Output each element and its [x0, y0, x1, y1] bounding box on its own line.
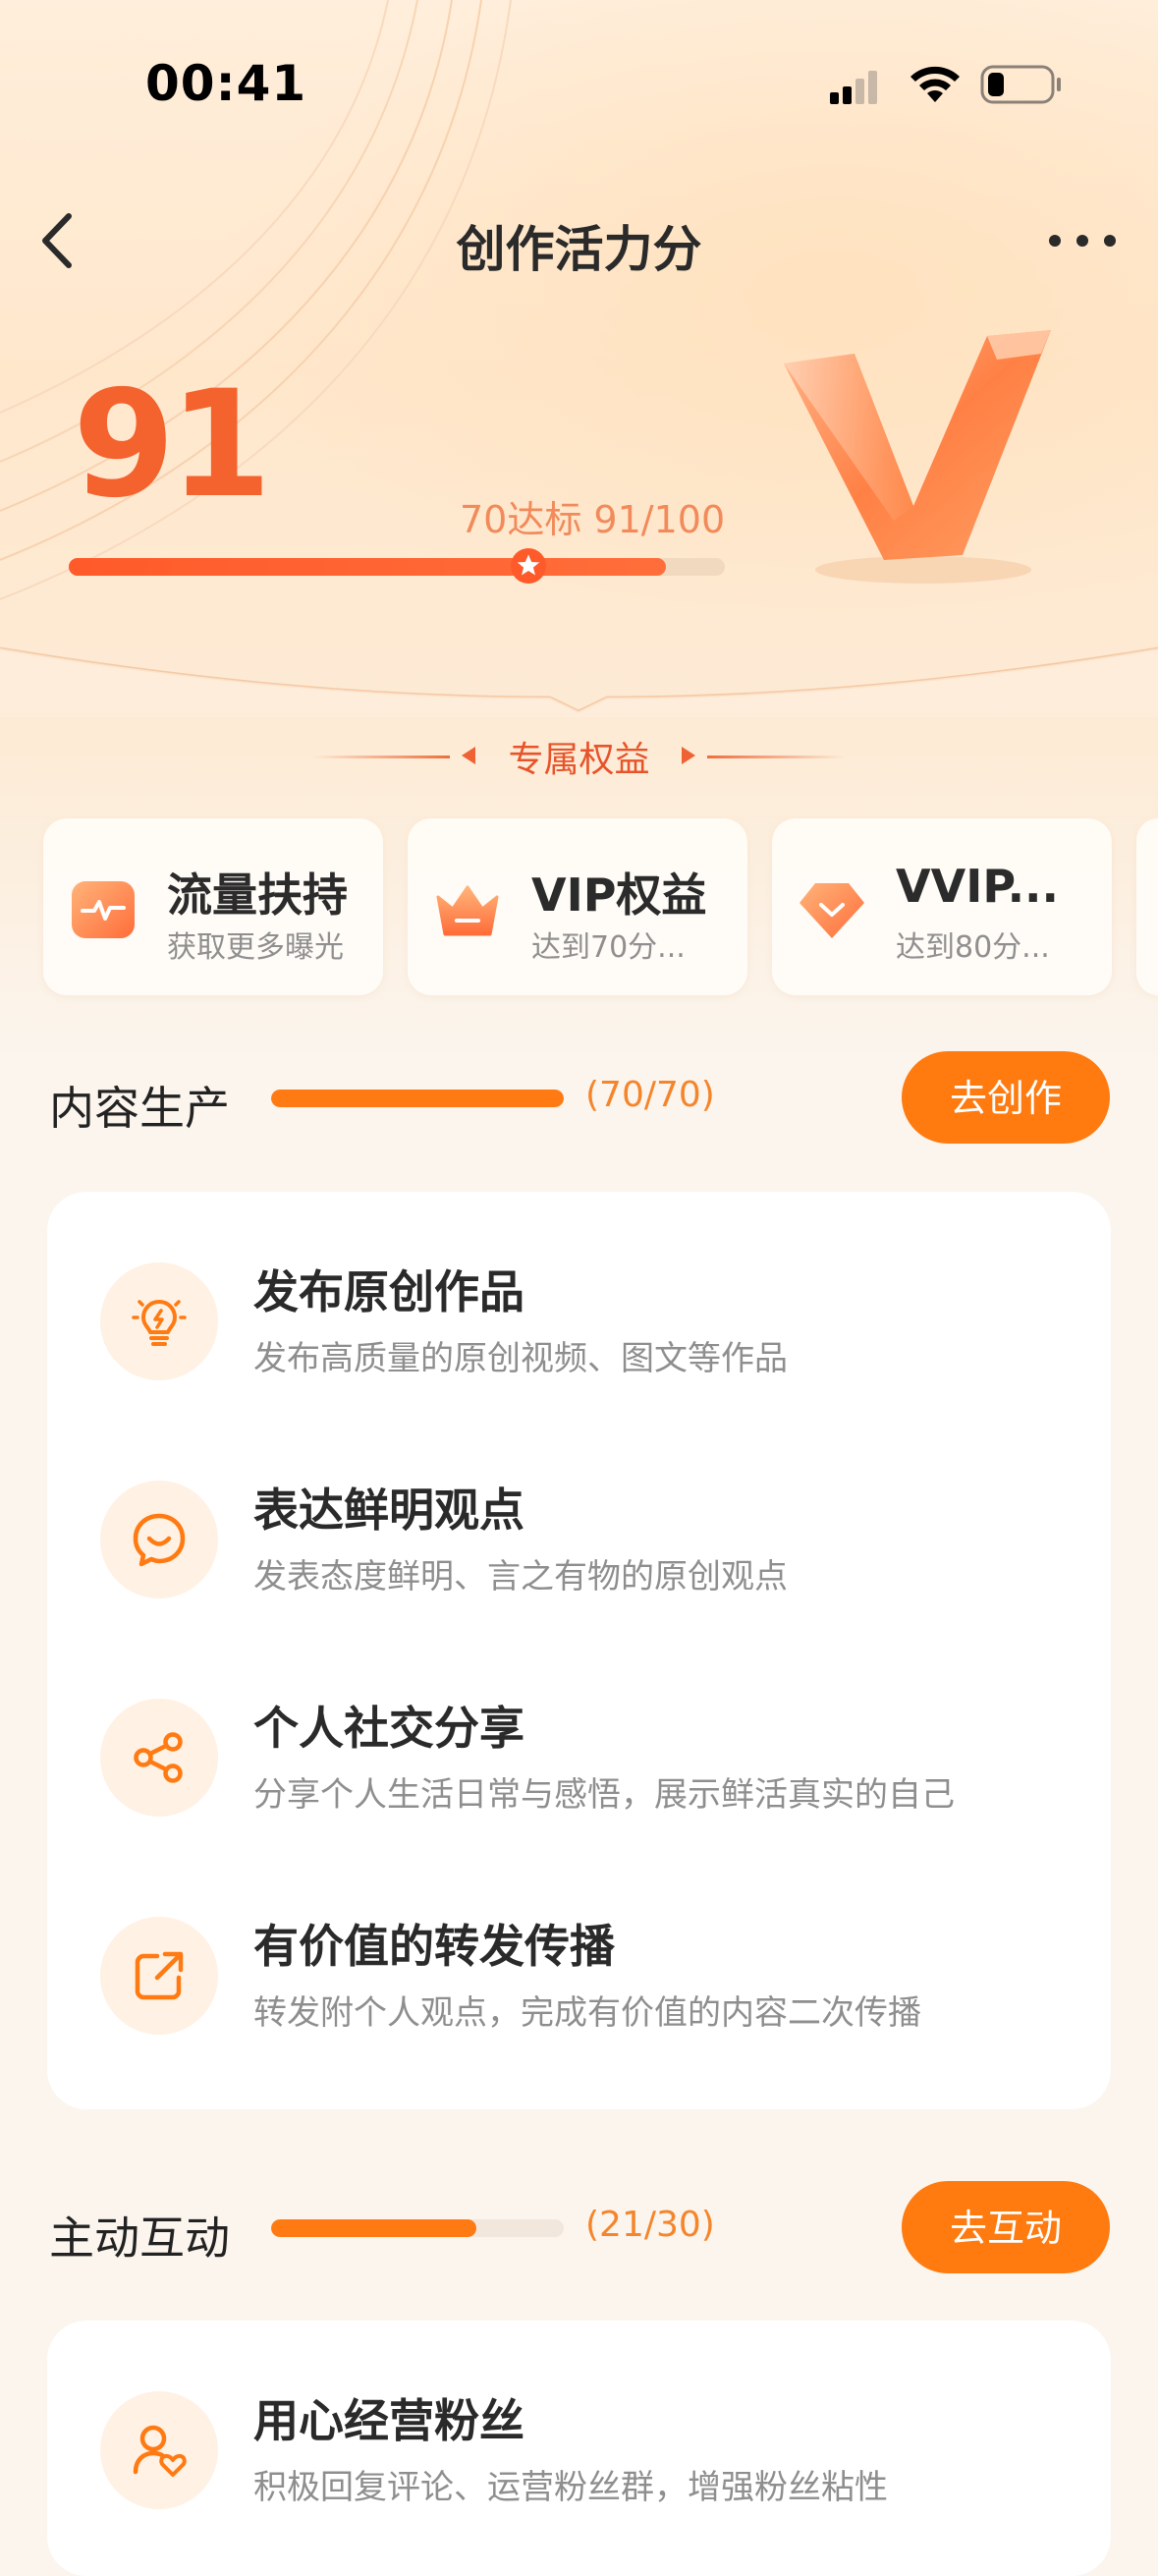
divider-line-right	[707, 756, 845, 758]
section-title: 内容生产	[49, 1082, 230, 1135]
status-time: 00:41	[145, 55, 307, 112]
benefit-card-vvip[interactable]: VVIP... 达到80分...	[772, 818, 1112, 995]
diamond-icon	[800, 883, 864, 938]
benefit-card-traffic[interactable]: 流量扶持 获取更多曝光	[43, 818, 383, 995]
section-count: (70/70)	[585, 1075, 715, 1115]
task-description: 转发附个人观点，完成有价值的内容二次传播	[253, 1993, 921, 2033]
go-create-button[interactable]: 去创作	[902, 1051, 1110, 1144]
score-progress-fill	[69, 558, 666, 576]
task-item-valuable-forward[interactable]: 有价值的转发传播 转发附个人观点，完成有价值的内容二次传播	[47, 1876, 1111, 2072]
interaction-task-card: 用心经营粉丝 积极回复评论、运营粉丝群，增强粉丝粘性	[47, 2321, 1111, 2576]
navigation-bar: 创作活力分	[0, 187, 1158, 295]
more-options-button[interactable]	[1041, 216, 1124, 265]
task-item-manage-fans[interactable]: 用心经营粉丝 积极回复评论、运营粉丝群，增强粉丝粘性	[47, 2350, 1111, 2547]
task-icon-bg	[100, 1262, 218, 1380]
page-title: 创作活力分	[456, 221, 702, 278]
benefits-divider: 专属权益	[0, 727, 1158, 786]
task-icon-bg	[100, 1699, 218, 1817]
score-progress-text: 70达标 91/100	[460, 498, 726, 541]
section-progress-bar	[271, 1090, 564, 1107]
benefit-subtitle: 获取更多曝光	[167, 930, 344, 965]
cellular-signal-icon	[830, 71, 877, 104]
smile-chat-icon	[133, 1513, 186, 1567]
section-progress-bar	[271, 2219, 564, 2237]
task-icon-bg	[100, 2391, 218, 2509]
battery-icon	[980, 65, 1061, 104]
traffic-icon	[72, 881, 135, 938]
section-progress-fill	[271, 2219, 476, 2237]
lightbulb-icon	[132, 1300, 187, 1346]
section-header-interaction: 主动互动 (21/30) 去互动	[0, 2181, 1158, 2275]
hero-bottom-curve	[0, 646, 1158, 717]
task-title: 表达鲜明观点	[253, 1484, 524, 1537]
benefit-subtitle: 达到80分...	[896, 930, 1050, 965]
section-title: 主动互动	[49, 2212, 230, 2265]
v-badge-logo	[784, 330, 1051, 584]
benefit-subtitle: 达到70分...	[531, 930, 686, 965]
task-description: 发表态度鲜明、言之有物的原创观点	[253, 1557, 788, 1596]
section-count: (21/30)	[585, 2205, 715, 2245]
task-title: 发布原创作品	[253, 1265, 524, 1318]
task-item-social-share[interactable]: 个人社交分享 分享个人生活日常与感悟，展示鲜活真实的自己	[47, 1657, 1111, 1854]
threshold-star-icon	[510, 548, 546, 584]
benefit-card-vip[interactable]: VIP权益 达到70分...	[408, 818, 747, 995]
section-header-content: 内容生产 (70/70) 去创作	[0, 1051, 1158, 1146]
benefit-card-next-partial[interactable]	[1136, 818, 1158, 995]
wifi-icon	[910, 66, 960, 102]
status-bar: 00:41	[0, 0, 1158, 167]
benefit-title: VVIP...	[896, 860, 1060, 913]
task-icon-bg	[100, 1917, 218, 2035]
task-title: 用心经营粉丝	[253, 2394, 524, 2447]
task-description: 积极回复评论、运营粉丝群，增强粉丝粘性	[253, 2468, 888, 2507]
share-icon	[134, 1732, 183, 1783]
benefits-title: 专属权益	[508, 740, 650, 780]
crown-icon	[436, 885, 499, 936]
hero-header: 00:41 创作活力分 91 70达标 91/100 专属权益 流量扶持 获取更…	[0, 0, 1158, 1066]
score-progress-bar	[69, 558, 725, 576]
task-title: 有价值的转发传播	[253, 1920, 615, 1973]
divider-arrow-right-icon	[682, 747, 695, 764]
section-progress-fill	[271, 1090, 564, 1107]
forward-icon	[135, 1951, 184, 2000]
fan-heart-icon	[133, 2425, 187, 2477]
task-description: 发布高质量的原创视频、图文等作品	[253, 1339, 788, 1378]
go-interact-button[interactable]: 去互动	[902, 2181, 1110, 2273]
benefit-title: VIP权益	[531, 868, 707, 922]
task-item-express-opinion[interactable]: 表达鲜明观点 发表态度鲜明、言之有物的原创观点	[47, 1439, 1111, 1636]
task-description: 分享个人生活日常与感悟，展示鲜活真实的自己	[253, 1775, 955, 1815]
task-title: 个人社交分享	[253, 1702, 524, 1755]
task-icon-bg	[100, 1481, 218, 1598]
content-task-card: 发布原创作品 发布高质量的原创视频、图文等作品 表达鲜明观点 发表态度鲜明、言之…	[47, 1192, 1111, 2109]
vitality-score: 91	[73, 360, 272, 531]
task-item-original-work[interactable]: 发布原创作品 发布高质量的原创视频、图文等作品	[47, 1221, 1111, 1418]
benefit-title: 流量扶持	[167, 868, 348, 922]
